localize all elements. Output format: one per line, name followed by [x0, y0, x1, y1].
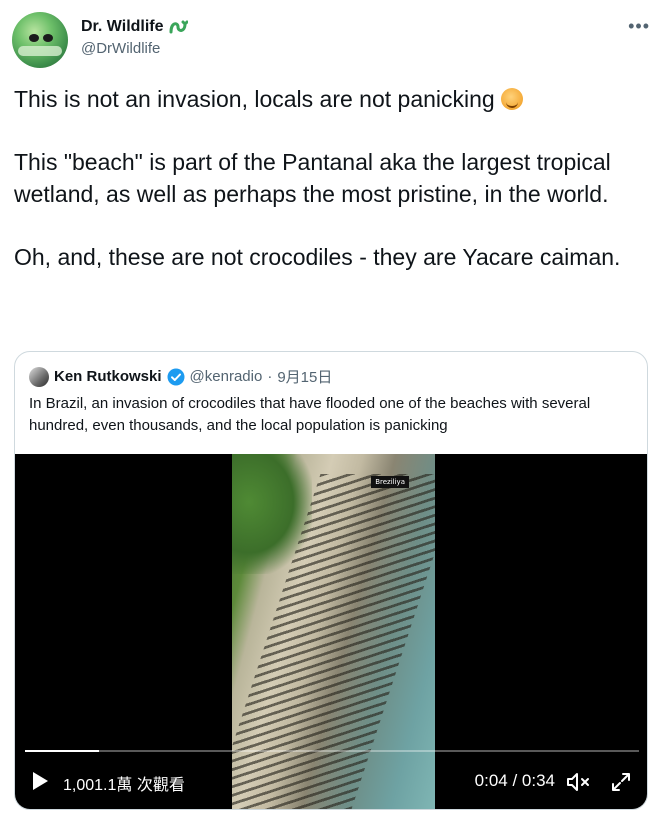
play-icon[interactable]: [33, 772, 48, 790]
quoted-author-handle[interactable]: @kenradio: [190, 368, 263, 385]
verified-badge-icon: [167, 368, 185, 385]
more-options-icon[interactable]: •••: [628, 16, 650, 37]
quoted-tweet-date[interactable]: 9月15日: [277, 366, 332, 387]
video-player[interactable]: Breziliya 1,001.1萬 次觀看 0:04 / 0:34: [15, 454, 647, 809]
quoted-author-avatar[interactable]: [29, 366, 49, 387]
tweet-paragraph-1-text: This is not an invasion, locals are not …: [14, 86, 495, 112]
tweet-text: This is not an invasion, locals are not …: [14, 84, 654, 273]
mute-icon[interactable]: [565, 770, 593, 794]
author-names: Dr. Wildlife @DrWildlife: [81, 17, 188, 59]
snake-emoji-icon: [169, 20, 188, 34]
tweet-header: Dr. Wildlife @DrWildlife •••: [12, 12, 658, 68]
face-palm-emoji-icon: [500, 88, 523, 110]
avatar-eye-right: [43, 34, 53, 42]
author-handle[interactable]: @DrWildlife: [81, 39, 188, 59]
avatar-band: [18, 46, 62, 56]
date-separator: ·: [267, 368, 273, 385]
video-progress-bar[interactable]: [25, 750, 639, 752]
video-view-count: 1,001.1萬 次觀看: [63, 777, 185, 794]
tweet-paragraph-3: Oh, and, these are not crocodiles - they…: [14, 243, 621, 270]
video-frame: Breziliya: [232, 454, 435, 809]
video-overlay-tag: Breziliya: [371, 476, 409, 488]
tweet-paragraph-2: This "beach" is part of the Pantanal aka…: [14, 149, 611, 207]
author-avatar[interactable]: [12, 12, 68, 68]
author-display-name[interactable]: Dr. Wildlife: [81, 17, 188, 37]
quoted-tweet-header: Ken Rutkowski @kenradio · 9月15日: [29, 366, 332, 387]
video-controls: 1,001.1萬 次觀看 0:04 / 0:34: [15, 764, 647, 800]
video-time: 0:04 / 0:34: [474, 771, 555, 790]
tweet-paragraph-1: This is not an invasion, locals are not …: [14, 84, 654, 116]
author-display-name-text: Dr. Wildlife: [81, 18, 164, 35]
quoted-tweet[interactable]: Ken Rutkowski @kenradio · 9月15日 In Brazi…: [14, 351, 648, 810]
video-progress-fill: [25, 750, 99, 752]
avatar-eye-left: [29, 34, 39, 42]
quoted-tweet-text: In Brazil, an invasion of crocodiles tha…: [29, 395, 591, 434]
fullscreen-icon[interactable]: [609, 770, 633, 794]
quoted-author-name[interactable]: Ken Rutkowski: [54, 368, 162, 385]
